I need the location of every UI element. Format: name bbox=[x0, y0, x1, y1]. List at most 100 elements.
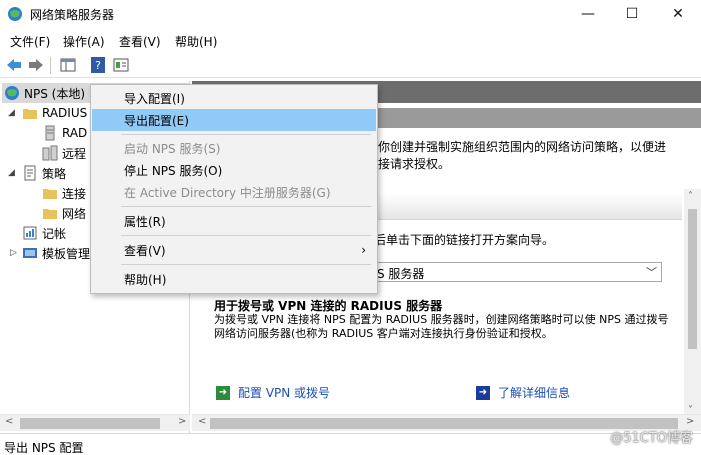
scroll-left-icon[interactable]: < bbox=[198, 416, 206, 427]
tree-item-radius-clients[interactable]: RAD bbox=[42, 123, 87, 143]
submenu-arrow-icon: › bbox=[361, 243, 366, 257]
nps-globe-icon bbox=[5, 86, 19, 100]
chevron-down-icon: ﹀ bbox=[646, 266, 657, 279]
status-text: 导出 NPS 配置 bbox=[4, 441, 84, 455]
learn-more-link[interactable]: ➜ 了解详细信息 bbox=[476, 384, 570, 401]
back-icon bbox=[7, 59, 21, 71]
menu-file[interactable]: 文件(F) bbox=[10, 33, 50, 50]
scroll-right-icon[interactable]: > bbox=[178, 416, 186, 427]
menu-action[interactable]: 操作(A) bbox=[63, 33, 105, 50]
tree-horizontal-scrollbar[interactable]: < > bbox=[0, 414, 190, 431]
close-icon: ✕ bbox=[672, 6, 684, 22]
maximize-button[interactable]: ☐ bbox=[609, 0, 655, 28]
option-desc-line-2: 网络访问服务器(也称为 RADIUS 客户端对连接执行身份验证和授权。 bbox=[214, 327, 553, 340]
collapse-icon[interactable]: ◢ bbox=[8, 108, 18, 118]
wizard-hint: 后单击下面的链接打开方案向导。 bbox=[374, 233, 555, 247]
menu-separator bbox=[121, 264, 371, 265]
tree-item-policies[interactable]: 策略 bbox=[22, 163, 66, 183]
tree-label: 记帐 bbox=[42, 226, 67, 241]
server-group-icon bbox=[42, 145, 58, 161]
link-label: 了解详细信息 bbox=[498, 386, 571, 400]
details-vertical-scrollbar[interactable]: ˄ ˅ bbox=[684, 189, 701, 421]
svg-text:?: ? bbox=[95, 59, 101, 72]
scroll-left-icon[interactable]: < bbox=[5, 416, 13, 427]
menu-item-import-config[interactable]: 导入配置(I) bbox=[92, 87, 376, 109]
menu-item-view[interactable]: 查看(V) › bbox=[92, 239, 376, 261]
back-button[interactable] bbox=[4, 56, 24, 74]
show-hide-tree-button[interactable] bbox=[58, 56, 78, 74]
collapse-icon[interactable]: ◢ bbox=[8, 168, 18, 178]
tree-item-network-policies[interactable]: 网络 bbox=[42, 203, 86, 223]
scrollbar-thumb[interactable] bbox=[20, 418, 160, 429]
menu-separator bbox=[121, 235, 371, 236]
forward-button[interactable] bbox=[26, 56, 46, 74]
properties-button[interactable] bbox=[111, 56, 131, 74]
intro-line-2: 接请求授权。 bbox=[378, 157, 451, 171]
menu-item-export-config[interactable]: 导出配置(E) bbox=[92, 109, 376, 131]
tree-label: NPS (本地) bbox=[24, 86, 86, 101]
scrollbar-thumb[interactable] bbox=[210, 418, 678, 429]
menu-item-label: 帮助(H) bbox=[124, 272, 167, 287]
green-arrow-icon: ➜ bbox=[216, 385, 230, 400]
folder-icon bbox=[43, 189, 57, 199]
templates-icon bbox=[23, 248, 37, 258]
menu-item-label: 启动 NPS 服务(S) bbox=[124, 141, 221, 156]
menu-item-label: 导出配置(E) bbox=[124, 113, 189, 128]
close-button[interactable]: ✕ bbox=[655, 0, 701, 28]
tree-label: 模板管理 bbox=[42, 246, 91, 261]
menu-item-start-nps: 启动 NPS 服务(S) bbox=[92, 137, 376, 159]
tree-label: 远程 bbox=[62, 146, 87, 161]
menu-item-label: 停止 NPS 服务(O) bbox=[124, 163, 223, 178]
scroll-up-icon[interactable]: ˄ bbox=[688, 191, 693, 202]
tree-label: 连接 bbox=[62, 186, 87, 201]
menu-bar: 文件(F) 操作(A) 查看(V) 帮助(H) bbox=[0, 30, 701, 52]
forward-icon bbox=[29, 59, 43, 71]
menu-item-label: 导入配置(I) bbox=[124, 91, 185, 106]
context-menu: 导入配置(I) 导出配置(E) 启动 NPS 服务(S) 停止 NPS 服务(O… bbox=[90, 84, 378, 294]
server-icon bbox=[45, 125, 55, 141]
expand-icon[interactable]: ▷ bbox=[10, 248, 20, 258]
menu-item-properties[interactable]: 属性(R) bbox=[92, 210, 376, 232]
minimize-icon: — bbox=[581, 6, 595, 22]
intro-text: 你创建并强制实施组织范围内的网络访问策略，以便进 接请求授权。 bbox=[378, 139, 698, 173]
tree-item-radius[interactable]: RADIUS bbox=[22, 103, 87, 123]
scrollbar-thumb[interactable] bbox=[688, 209, 697, 349]
help-button[interactable]: ? bbox=[88, 56, 108, 74]
menu-separator bbox=[121, 206, 371, 207]
minimize-button[interactable]: — bbox=[565, 0, 611, 28]
status-bar: 导出 NPS 配置 bbox=[0, 433, 701, 455]
folder-icon bbox=[23, 109, 37, 119]
folder-icon bbox=[43, 209, 57, 219]
option-title: 用于拨号或 VPN 连接的 RADIUS 服务器 bbox=[214, 299, 443, 313]
maximize-icon: ☐ bbox=[625, 6, 639, 22]
menu-view[interactable]: 查看(V) bbox=[119, 33, 161, 50]
menu-item-label: 属性(R) bbox=[124, 214, 166, 229]
menu-help[interactable]: 帮助(H) bbox=[175, 33, 217, 50]
tree-label: 策略 bbox=[42, 166, 67, 181]
toolbar-separator bbox=[50, 57, 51, 74]
accounting-icon bbox=[23, 226, 37, 240]
menu-separator bbox=[121, 134, 371, 135]
scenario-select-value: S 服务器 bbox=[377, 267, 425, 281]
scenario-select[interactable]: S 服务器 ﹀ bbox=[370, 262, 662, 282]
blue-arrow-icon: ➜ bbox=[476, 385, 490, 400]
menu-item-help[interactable]: 帮助(H) bbox=[92, 268, 376, 290]
scroll-right-icon[interactable]: > bbox=[686, 416, 694, 427]
menu-item-label: 查看(V) bbox=[124, 243, 166, 258]
tree-label: RAD bbox=[62, 126, 88, 140]
show-hide-tree-icon bbox=[60, 58, 76, 72]
menu-item-label: 在 Active Directory 中注册服务器(G) bbox=[124, 185, 331, 200]
tree-item-accounting[interactable]: 记帐 bbox=[22, 223, 66, 243]
menu-item-stop-nps[interactable]: 停止 NPS 服务(O) bbox=[92, 159, 376, 181]
tree-item-connection-policies[interactable]: 连接 bbox=[42, 183, 86, 203]
configure-vpn-link[interactable]: ➜ 配置 VPN 或拨号 bbox=[216, 384, 330, 401]
tree-label: RADIUS bbox=[42, 106, 88, 120]
option-description: 为拨号或 VPN 连接将 NPS 配置为 RADIUS 服务器时，创建网络策略时… bbox=[214, 313, 686, 341]
title-bar: 网络策略服务器 — ☐ ✕ bbox=[0, 0, 701, 28]
intro-line-1: 你创建并强制实施组织范围内的网络访问策略，以便进 bbox=[378, 140, 667, 154]
nps-app-icon bbox=[8, 7, 22, 21]
tree-item-templates[interactable]: 模板管理 bbox=[22, 243, 90, 263]
properties-icon bbox=[113, 58, 129, 72]
menu-item-register-ad: 在 Active Directory 中注册服务器(G) bbox=[92, 181, 376, 203]
tree-item-remote-groups[interactable]: 远程 bbox=[42, 143, 86, 163]
